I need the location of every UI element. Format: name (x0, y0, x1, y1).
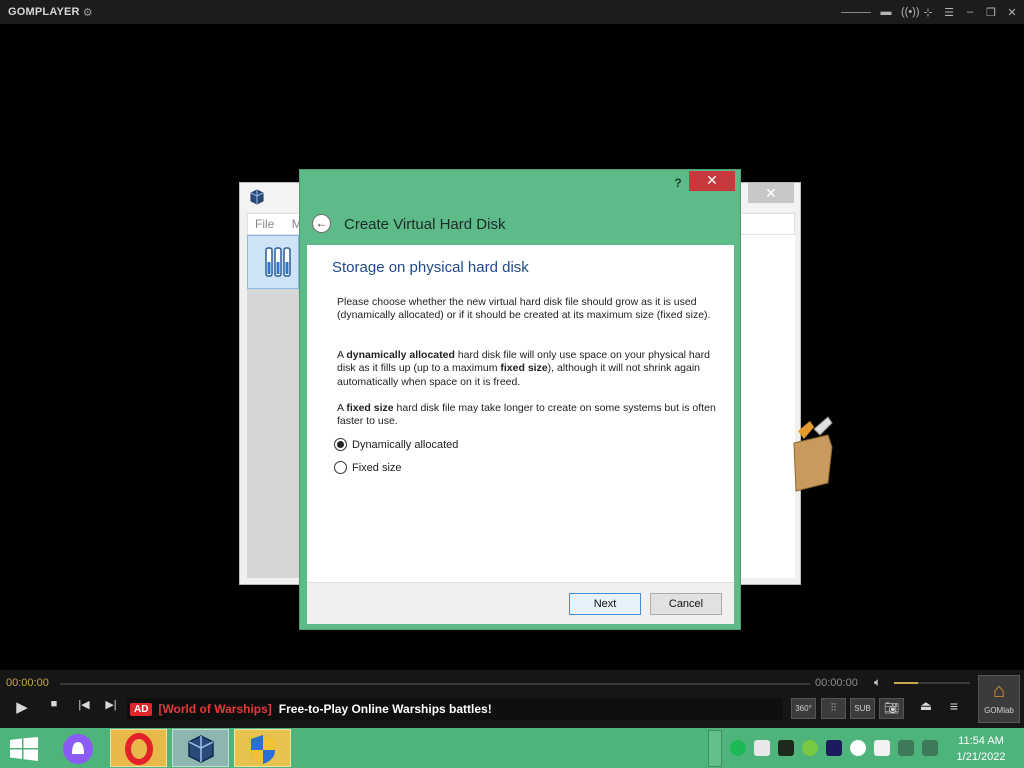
opera-icon (125, 733, 153, 765)
dialog-footer: Next Cancel (307, 582, 734, 624)
tray-chart-icon[interactable] (778, 740, 794, 756)
minimize-icon[interactable]: – (964, 6, 976, 18)
radio-fixed-size[interactable] (334, 461, 347, 474)
restore-icon[interactable]: ❐ (985, 6, 997, 19)
previous-icon[interactable]: |◀ (73, 698, 95, 711)
elapsed-time: 00:00:00 (6, 677, 49, 689)
tools-icon (265, 247, 291, 277)
pin-icon[interactable]: ⊹ (922, 6, 934, 19)
gomlab-button[interactable]: ⌂ GOMlab (978, 675, 1020, 723)
ad-text: Free-to-Play Online Warships battles! (278, 702, 492, 716)
help-button[interactable]: ? (668, 174, 688, 192)
toolbox-icon (793, 416, 833, 492)
clock-time: 11:54 AM (958, 735, 1004, 747)
minimize-bar-icon[interactable]: ▬ (880, 6, 892, 18)
dialog-body: Storage on physical hard disk Please cho… (307, 245, 734, 582)
close-button[interactable]: ✕ (689, 171, 735, 191)
option-dynamically-allocated[interactable]: Dynamically allocated (334, 438, 458, 451)
close-icon[interactable]: ✕ (748, 183, 794, 203)
home-icon: ⌂ (992, 680, 1006, 702)
radio-dynamically-allocated[interactable] (334, 438, 347, 451)
dialog-title: Create Virtual Hard Disk (344, 216, 506, 233)
gomlab-label: GOMlab (984, 706, 1014, 715)
player-controls: 00:00:00 00:00:00 🔈︎ ▶ ■ |◀ ▶| AD [World… (0, 670, 1024, 728)
volume-level (894, 682, 919, 684)
gom-titlebar: GOMPLAYER ⚙ ▬ ((•)) ⊹ ☰ – ❐ ✕ (0, 0, 1024, 24)
vr-360-button[interactable]: 360° (791, 698, 816, 719)
gom-logo: GOMPLAYER (8, 6, 80, 18)
equalizer-icon[interactable]: ⫶⫶ (821, 698, 846, 719)
option-fixed-size[interactable]: Fixed size (334, 461, 402, 474)
show-hidden-icons[interactable] (708, 730, 722, 767)
list-icon[interactable]: ☰ (943, 6, 955, 19)
alice-assistant-icon[interactable] (58, 731, 98, 768)
taskbar-opera[interactable] (110, 729, 167, 767)
taskbar-security[interactable] (234, 729, 291, 767)
ad-banner[interactable]: AD [World of Warships] Free-to-Play Onli… (127, 698, 783, 720)
taskbar: 11:54 AM 1/21/2022 (0, 728, 1024, 768)
radio-label: Dynamically allocated (352, 438, 459, 451)
tray-app-icon[interactable] (754, 740, 770, 756)
next-button[interactable]: Next (569, 593, 641, 615)
eject-icon[interactable]: ⏏ (915, 698, 937, 714)
wireless-icon[interactable]: ((•)) (901, 6, 920, 18)
virtualbox-icon (250, 189, 264, 205)
page-heading: Storage on physical hard disk (332, 259, 529, 276)
fixed-explanation: A fixed size hard disk file may take lon… (337, 402, 716, 428)
clock[interactable]: 11:54 AM 1/21/2022 (950, 733, 1012, 765)
virtualbox-icon (188, 735, 214, 763)
ad-sponsor: [World of Warships] (158, 702, 272, 716)
volume-slider[interactable] (894, 682, 970, 684)
tray-flag-icon[interactable] (874, 740, 890, 756)
tools-item[interactable] (247, 235, 299, 289)
gear-icon[interactable]: ⚙ (83, 6, 93, 19)
menu-icon[interactable]: ≡ (943, 698, 965, 714)
description-paragraph: Please choose whether the new virtual ha… (337, 296, 711, 322)
next-icon[interactable]: ▶| (100, 698, 122, 711)
windows-start-icon[interactable] (10, 737, 38, 761)
clock-date: 1/21/2022 (956, 751, 1006, 763)
shield-icon (251, 735, 275, 764)
volume-muted-icon[interactable] (922, 740, 938, 756)
gom-window-controls: ▬ ((•)) ⊹ ☰ – ❐ ✕ (841, 0, 1018, 24)
stop-icon[interactable]: ■ (43, 698, 65, 710)
taskbar-virtualbox[interactable] (172, 729, 229, 767)
seek-bar[interactable] (60, 683, 810, 685)
cancel-button[interactable]: Cancel (650, 593, 722, 615)
create-virtual-hard-disk-dialog: ? ✕ ← Create Virtual Hard Disk Storage o… (299, 169, 741, 630)
tray-n-icon[interactable] (826, 740, 842, 756)
total-time: 00:00:00 (815, 677, 858, 689)
network-icon[interactable] (898, 740, 914, 756)
yandex-icon[interactable] (850, 740, 866, 756)
radio-label: Fixed size (352, 461, 402, 474)
spotify-icon[interactable] (730, 740, 746, 756)
close-icon[interactable]: ✕ (1006, 6, 1018, 19)
play-icon[interactable]: ▶ (11, 698, 33, 716)
volume-icon[interactable]: 🔈︎ (874, 675, 881, 690)
divider (841, 11, 871, 13)
ad-badge: AD (130, 702, 153, 716)
tray-sync-icon[interactable] (802, 740, 818, 756)
camera-icon[interactable]: 📷︎ (879, 698, 904, 719)
back-button[interactable]: ← (312, 214, 331, 233)
vbox-sidebar (247, 235, 299, 578)
subtitle-button[interactable]: SUB (850, 698, 875, 719)
dynamic-explanation: A dynamically allocated hard disk file w… (337, 349, 710, 388)
menu-file[interactable]: File (255, 217, 274, 231)
